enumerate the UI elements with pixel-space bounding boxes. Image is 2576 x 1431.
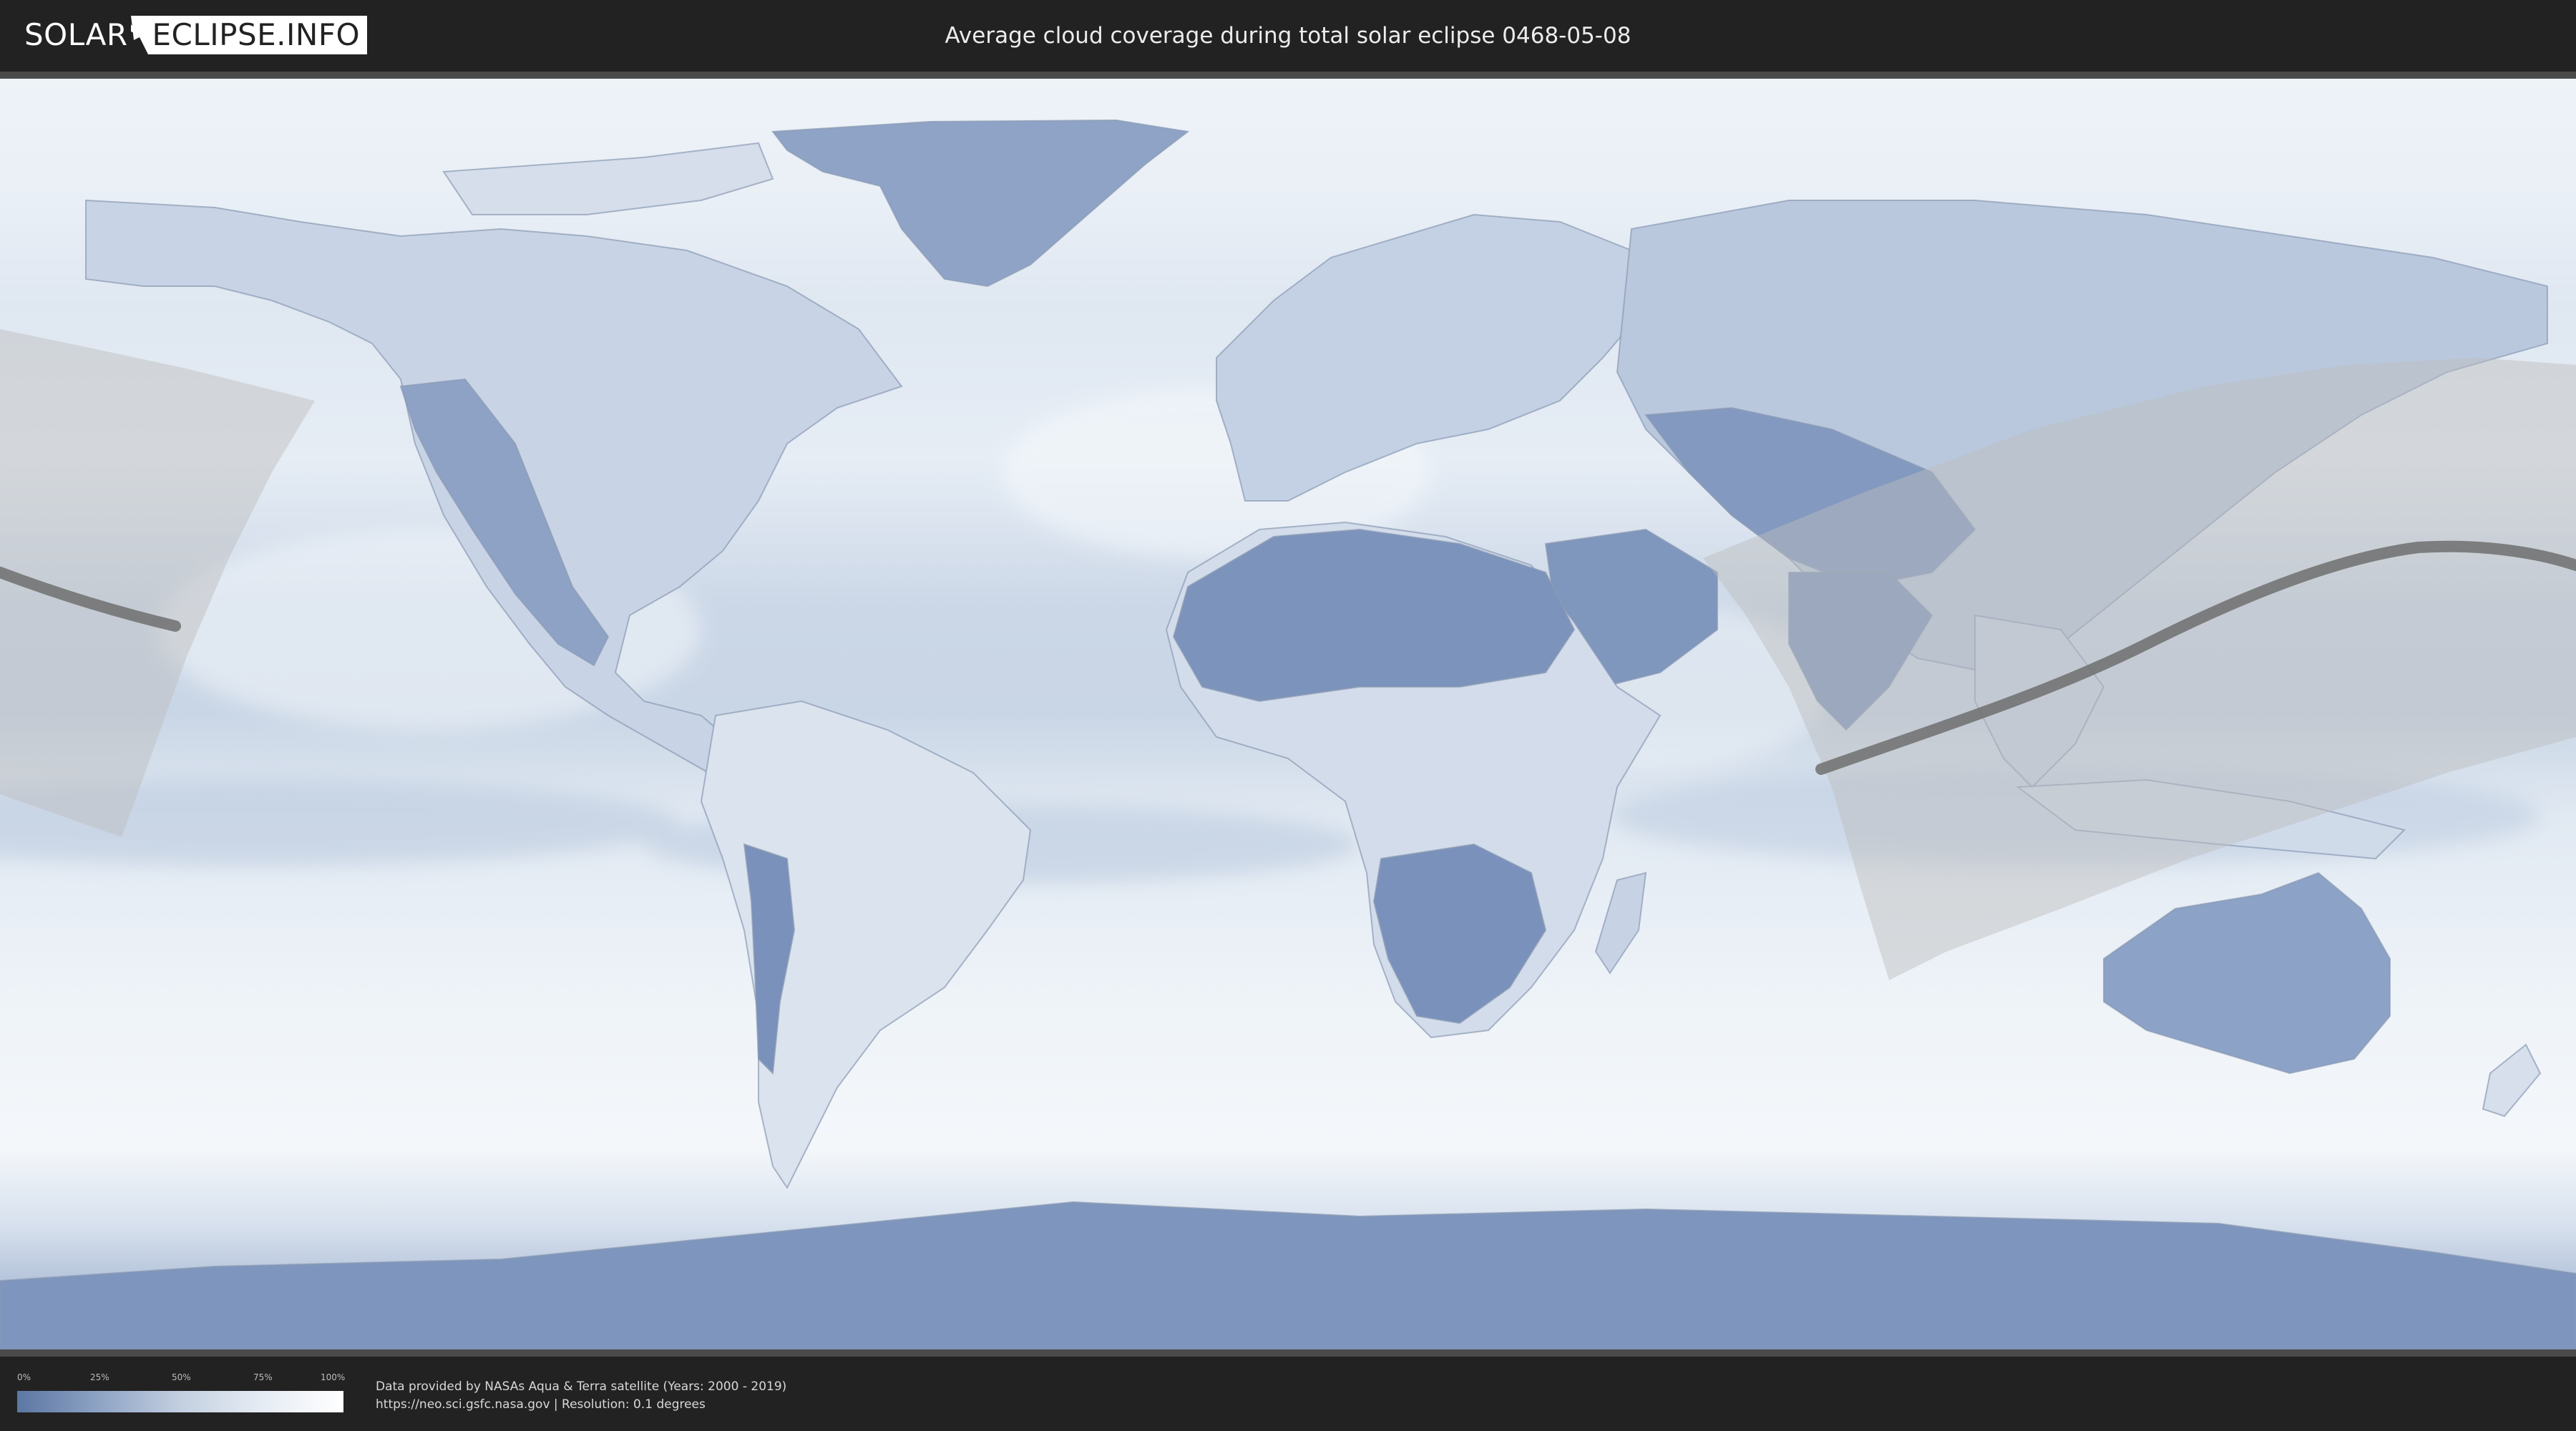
data-credits: Data provided by NASAs Aqua & Terra sate… xyxy=(376,1378,786,1414)
legend-tick-0: 0% xyxy=(17,1372,31,1382)
page-title: Average cloud coverage during total sola… xyxy=(945,23,1631,49)
legend-tick-100: 100% xyxy=(321,1372,346,1382)
legend-tick-50: 50% xyxy=(172,1372,191,1382)
legend-tick-75: 75% xyxy=(253,1372,273,1382)
cloud-coverage-map xyxy=(0,72,2576,1357)
credit-line-url: https://neo.sci.gsfc.nasa.gov | Resoluti… xyxy=(376,1397,706,1412)
legend-tick-labels: 0% 25% 50% 75% 100% xyxy=(17,1372,346,1387)
world-map-svg xyxy=(0,72,2576,1357)
cloud-coverage-legend: 0% 25% 50% 75% 100% xyxy=(17,1372,346,1412)
legend-gradient-bar xyxy=(17,1391,343,1412)
footer-bar: 0% 25% 50% 75% 100% Data provided by NAS… xyxy=(0,1357,2576,1431)
legend-tick-25: 25% xyxy=(90,1372,109,1382)
credit-line-source: Data provided by NASAs Aqua & Terra sate… xyxy=(376,1379,787,1394)
header-bar: SOLAR ECLIPSE.INFO Average cloud coverag… xyxy=(0,0,2576,72)
